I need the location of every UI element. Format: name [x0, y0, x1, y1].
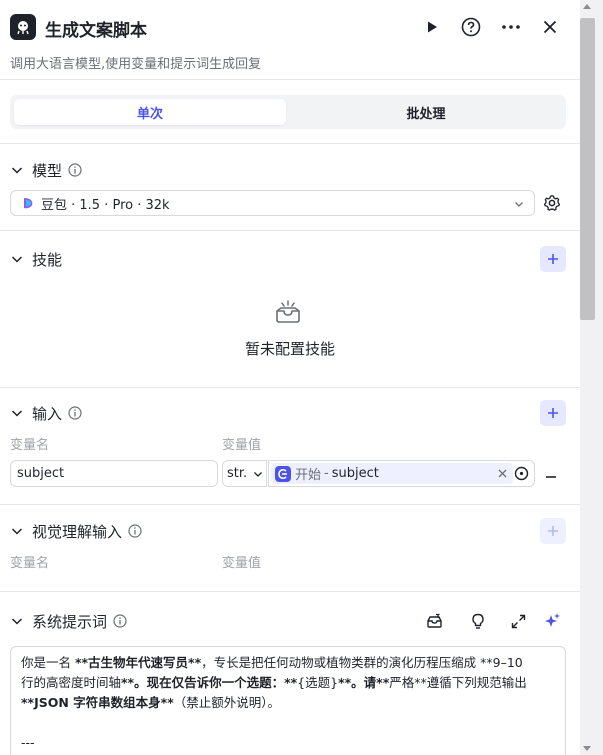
plus-icon — [548, 526, 558, 536]
prompt-library-button[interactable] — [424, 611, 444, 631]
plus-icon — [548, 408, 558, 418]
panel-header: 生成文案脚本 调用大语言模型,使用变量和提示词生成回复 — [0, 0, 580, 80]
target-icon[interactable] — [514, 466, 529, 481]
scroll-down-arrow-icon[interactable] — [583, 746, 591, 751]
prompt-library-icon — [426, 613, 442, 628]
close-icon — [543, 20, 557, 34]
add-vision-input-button[interactable] — [540, 518, 566, 544]
reference-source-node: 开始 — [295, 468, 322, 483]
variable-name-input[interactable]: subject — [10, 460, 218, 487]
expand-prompt-button[interactable] — [508, 611, 528, 631]
close-button[interactable] — [539, 16, 561, 38]
prompt-line: --- — [21, 735, 35, 750]
model-section: 模型 豆包 · 1.5 · Pro · 32k — [0, 144, 580, 231]
doubao-model-icon — [24, 198, 33, 209]
model-section-header[interactable]: 模型 — [10, 159, 82, 181]
system-prompt-title: 系统提示词 — [32, 612, 108, 631]
prompt-line: 行的高密度时间轴**。现在仅告诉你一个选题：**{选题}**。请**严格**遵循… — [21, 675, 527, 690]
minus-icon — [546, 476, 556, 478]
vision-col-value-label: 变量值 — [222, 556, 262, 571]
scrollbar-thumb[interactable] — [580, 18, 595, 320]
more-icon — [502, 25, 520, 29]
info-icon[interactable] — [68, 406, 82, 420]
prompt-line: **JSON 字符串数组本身**（禁止额外说明）。 — [21, 695, 281, 710]
mode-tabs-section: 单次 批处理 — [0, 80, 580, 144]
skills-section-header[interactable]: 技能 — [10, 248, 62, 270]
node-config-panel: 生成文案脚本 调用大语言模型,使用变量和提示词生成回复 单次 批处理 模型 豆包… — [0, 0, 580, 755]
start-node-icon — [275, 465, 291, 482]
node-subtitle: 调用大语言模型,使用变量和提示词生成回复 — [10, 57, 262, 72]
variable-type-value: str. — [227, 466, 248, 481]
chevron-down-icon — [11, 528, 23, 535]
variable-type-select[interactable]: str. — [222, 460, 267, 487]
vision-section-header[interactable]: 视觉理解输入 — [10, 520, 142, 542]
system-prompt-header[interactable]: 系统提示词 — [10, 610, 127, 632]
reference-variable-name: subject — [331, 466, 379, 481]
vertical-scrollbar[interactable] — [580, 0, 603, 755]
chevron-down-icon — [11, 410, 23, 417]
model-section-title: 模型 — [32, 161, 63, 180]
vision-col-name-label: 变量名 — [10, 556, 50, 571]
chevron-down-icon — [11, 167, 23, 174]
variable-reference-tag[interactable]: 开始 - subject — [271, 463, 513, 484]
model-settings-button[interactable] — [543, 194, 561, 212]
inputs-section-title: 输入 — [32, 404, 63, 423]
add-skill-button[interactable] — [540, 246, 566, 272]
prompt-tips-button[interactable] — [468, 611, 488, 631]
chevron-down-icon — [11, 256, 23, 263]
play-button[interactable] — [421, 16, 443, 38]
plus-icon — [548, 254, 558, 264]
info-icon[interactable] — [68, 163, 82, 177]
empty-box-icon — [273, 297, 303, 327]
chevron-down-icon — [11, 618, 23, 625]
node-title: 生成文案脚本 — [45, 21, 147, 41]
tab-single[interactable]: 单次 — [14, 99, 286, 125]
prompt-line — [21, 713, 555, 733]
lightbulb-icon — [472, 613, 484, 629]
system-prompt-editor[interactable]: 你是一名 **古生物年代速写员**，专长是把任何动物或植物类群的演化历程压缩成 … — [10, 646, 566, 755]
ai-optimize-button[interactable] — [542, 611, 562, 631]
clear-icon[interactable] — [498, 469, 507, 478]
input-col-value-label: 变量值 — [222, 438, 262, 453]
info-icon[interactable] — [113, 614, 127, 628]
gear-icon — [543, 195, 561, 211]
sparkle-icon — [545, 613, 560, 627]
app-logo-icon — [10, 14, 36, 40]
prompt-line: 你是一名 **古生物年代速写员**，专长是把任何动物或植物类群的演化历程压缩成 … — [21, 655, 523, 670]
input-col-name-label: 变量名 — [10, 438, 50, 453]
skills-empty-text: 暂未配置技能 — [244, 340, 335, 358]
info-icon[interactable] — [128, 524, 142, 538]
chevron-down-icon — [254, 472, 262, 477]
reference-separator: - — [324, 466, 329, 481]
skills-section-title: 技能 — [32, 250, 63, 269]
model-select-value: 豆包 · 1.5 · Pro · 32k — [41, 197, 170, 213]
inputs-section-header[interactable]: 输入 — [10, 402, 82, 424]
play-icon — [428, 21, 437, 33]
vision-input-section: 视觉理解输入 变量名 变量值 — [0, 505, 580, 592]
model-select[interactable]: 豆包 · 1.5 · Pro · 32k — [10, 190, 535, 216]
expand-icon — [511, 614, 525, 628]
skills-section: 技能 暂未配置技能 — [0, 231, 580, 388]
mode-tabs: 单次 批处理 — [10, 95, 566, 129]
tab-batch[interactable]: 批处理 — [290, 99, 562, 125]
more-button[interactable] — [500, 16, 522, 38]
add-input-button[interactable] — [540, 400, 566, 426]
vision-section-title: 视觉理解输入 — [32, 522, 123, 541]
chevron-down-icon — [515, 202, 523, 207]
variable-reference-field[interactable]: 开始 - subject — [268, 460, 535, 487]
remove-input-button[interactable] — [545, 468, 557, 480]
help-icon — [461, 17, 481, 37]
scroll-up-arrow-icon[interactable] — [583, 4, 591, 9]
help-button[interactable] — [460, 16, 482, 38]
inputs-section: 输入 变量名 变量值 subject str. 开始 - subject — [0, 388, 580, 505]
